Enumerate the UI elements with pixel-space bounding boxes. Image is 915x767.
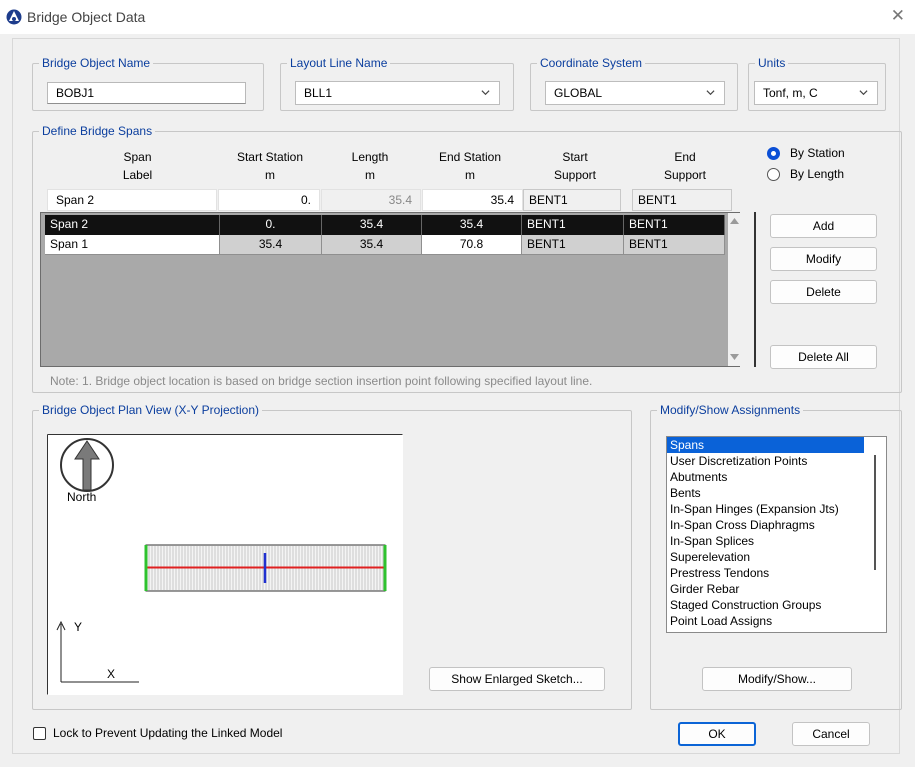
- list-item[interactable]: Point Load Assigns: [667, 613, 864, 629]
- col-header-end-support: End Support: [663, 150, 707, 182]
- modify-button[interactable]: Modify: [770, 247, 877, 271]
- radio-by-length[interactable]: [767, 168, 780, 181]
- radio-by-station[interactable]: [767, 147, 780, 160]
- list-item[interactable]: User Discretization Points: [667, 453, 864, 469]
- note-text: Note: 1. Bridge object location is based…: [50, 374, 593, 388]
- layout-line-value: BLL1: [304, 86, 333, 100]
- edit-start-support: BENT1: [523, 189, 621, 211]
- list-item[interactable]: Abutments: [667, 469, 864, 485]
- define-spans-label: Define Bridge Spans: [39, 124, 156, 138]
- cell-length[interactable]: 35.4: [322, 235, 422, 255]
- edit-length: 35.4: [321, 189, 421, 211]
- list-item[interactable]: Spans: [667, 437, 864, 453]
- chevron-down-icon: [481, 90, 490, 96]
- list-item[interactable]: Prestress Tendons: [667, 565, 864, 581]
- assignments-label: Modify/Show Assignments: [657, 403, 804, 417]
- delete-all-button[interactable]: Delete All: [770, 345, 877, 369]
- chevron-down-icon: [859, 90, 868, 96]
- cancel-button[interactable]: Cancel: [792, 722, 870, 746]
- radio-by-station-label: By Station: [790, 146, 845, 160]
- units-value: Tonf, m, C: [763, 86, 818, 100]
- spans-table[interactable]: Span 2 0. 35.4 35.4 BENT1 BENT1 Span 1 3…: [40, 212, 741, 367]
- lock-checkbox[interactable]: [33, 727, 46, 740]
- edit-start-station[interactable]: 0.: [218, 189, 320, 211]
- edit-span-label[interactable]: Span 2: [47, 189, 217, 211]
- assignments-list[interactable]: Spans User Discretization Points Abutmen…: [666, 436, 887, 633]
- edit-end-station[interactable]: 35.4: [422, 189, 523, 211]
- scroll-down-icon[interactable]: [730, 354, 739, 361]
- lock-checkbox-label: Lock to Prevent Updating the Linked Mode…: [53, 726, 283, 740]
- cell-start-support[interactable]: BENT1: [522, 235, 624, 255]
- layout-line-select[interactable]: BLL1: [295, 81, 500, 105]
- edit-end-support: BENT1: [632, 189, 732, 211]
- axis-y-label: Y: [74, 620, 83, 634]
- show-enlarged-sketch-button[interactable]: Show Enlarged Sketch...: [429, 667, 605, 691]
- axis-x-label: X: [107, 667, 116, 681]
- divider: [754, 212, 756, 367]
- list-item[interactable]: Bents: [667, 485, 864, 501]
- list-item[interactable]: In-Span Splices: [667, 533, 864, 549]
- chevron-down-icon: [706, 90, 715, 96]
- window-title: Bridge Object Data: [27, 9, 146, 25]
- cell-span-label[interactable]: Span 1: [45, 235, 220, 255]
- list-item[interactable]: Staged Construction Groups: [667, 597, 864, 613]
- list-item[interactable]: Girder Rebar: [667, 581, 864, 597]
- scroll-up-icon[interactable]: [730, 217, 739, 224]
- bridge-object-name-field[interactable]: BOBJ1: [47, 82, 246, 104]
- app-icon: [6, 9, 22, 25]
- list-item[interactable]: In-Span Hinges (Expansion Jts): [667, 501, 864, 517]
- col-header-start-support: Start Support: [553, 150, 597, 182]
- radio-by-length-label: By Length: [790, 167, 845, 181]
- table-scrollbar[interactable]: [728, 213, 741, 366]
- bridge-object-name-label: Bridge Object Name: [39, 56, 154, 70]
- cell-end-station[interactable]: 35.4: [422, 215, 522, 235]
- north-label: North: [67, 490, 97, 504]
- col-header-end-station: End Station m: [438, 150, 502, 182]
- add-button[interactable]: Add: [770, 214, 877, 238]
- cell-end-support[interactable]: BENT1: [624, 235, 725, 255]
- ok-button[interactable]: OK: [678, 722, 756, 746]
- list-item[interactable]: In-Span Cross Diaphragms: [667, 517, 864, 533]
- delete-button[interactable]: Delete: [770, 280, 877, 304]
- col-header-length: Length m: [351, 150, 389, 182]
- plan-view-sketch: [47, 434, 403, 695]
- cell-span-label[interactable]: Span 2: [45, 215, 220, 235]
- title-bar: Bridge Object Data ✕: [0, 0, 915, 34]
- modify-show-button[interactable]: Modify/Show...: [702, 667, 852, 691]
- coordinate-system-label: Coordinate System: [537, 56, 646, 70]
- cell-start-station[interactable]: 35.4: [220, 235, 322, 255]
- units-select[interactable]: Tonf, m, C: [754, 81, 878, 105]
- col-header-span-label: Span Label: [122, 150, 153, 182]
- plan-view-label: Bridge Object Plan View (X-Y Projection): [39, 403, 262, 417]
- cell-start-support[interactable]: BENT1: [522, 215, 624, 235]
- coordinate-system-value: GLOBAL: [554, 86, 603, 100]
- layout-line-label: Layout Line Name: [287, 56, 391, 70]
- list-scrollbar[interactable]: [874, 455, 876, 570]
- cell-length[interactable]: 35.4: [322, 215, 422, 235]
- cell-end-support[interactable]: BENT1: [624, 215, 725, 235]
- cell-end-station[interactable]: 70.8: [422, 235, 522, 255]
- list-item[interactable]: Superelevation: [667, 549, 864, 565]
- close-icon[interactable]: ✕: [891, 6, 905, 26]
- cell-start-station[interactable]: 0.: [220, 215, 322, 235]
- col-header-start-station: Start Station m: [236, 150, 304, 182]
- units-label: Units: [755, 56, 789, 70]
- coordinate-system-select[interactable]: GLOBAL: [545, 81, 725, 105]
